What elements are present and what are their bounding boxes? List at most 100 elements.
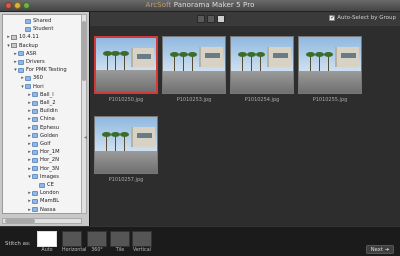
tree-item-label: Shared — [33, 18, 52, 24]
next-button[interactable]: Next ➜ — [366, 245, 394, 254]
folder-icon — [32, 108, 38, 114]
image-filename: P1010250.jpg — [108, 97, 144, 103]
title-bar: ArcSoft Panorama Maker 5 Pro — [0, 0, 400, 12]
tree-item-label: ASR — [26, 50, 37, 57]
window-title-brand: ArcSoft — [145, 1, 172, 9]
tree-item[interactable]: ▸ Golf — [27, 140, 50, 148]
tree-vertical-scroll-thumb[interactable] — [82, 21, 86, 81]
tree-item[interactable]: ▾ Backup — [6, 42, 38, 50]
tree-item[interactable]: ▸ 10.4.11 — [6, 33, 39, 41]
stitch-mode-label: Horizontal — [62, 248, 87, 253]
tree-item[interactable]: ▾ Hori — [20, 83, 43, 91]
palm-tree — [323, 51, 333, 71]
tree-item-label: Images — [40, 173, 59, 180]
stitch-mode-button[interactable]: Horizontal — [62, 231, 87, 253]
bottom-bar: Stitch as: Auto Horizontal 360° Tile Vertica… — [0, 226, 400, 256]
folder-icon — [32, 207, 38, 213]
tree-vertical-scrollbar[interactable] — [81, 14, 87, 214]
tree-item-label: MamBL — [40, 198, 60, 205]
stitch-mode-button[interactable]: Auto — [37, 231, 57, 253]
stitch-mode-label: 360° — [91, 248, 103, 253]
tree-item[interactable]: Shared — [20, 17, 51, 25]
tree-item-label: CE — [47, 182, 54, 188]
tree-item-label: Drivers — [26, 59, 45, 65]
image-filename: P1010257.jpg — [108, 177, 144, 183]
folder-tree[interactable]: Shared Student ▸ 10.4.11 ▾ Backup ▸ ASR ▸ Drivers… — [2, 14, 82, 214]
window-title-text: Panorama Maker 5 Pro — [173, 1, 255, 9]
tree-item[interactable]: ▸ Buildin — [27, 107, 58, 115]
tree-item-label: Hor_3N — [40, 165, 59, 172]
auto-select-checkbox[interactable] — [329, 14, 335, 21]
palm-tree — [246, 51, 256, 71]
tree-item[interactable]: ▸ ASR — [13, 50, 36, 58]
stitch-mode-button[interactable]: Tile — [110, 231, 130, 253]
auto-select-option[interactable]: Auto-Select by Group — [329, 14, 396, 21]
tree-item[interactable]: ▸ Golden — [27, 132, 58, 140]
tree-item[interactable]: ▸ Ephesu — [27, 124, 59, 132]
tree-item[interactable]: ▸ Nassa — [27, 206, 55, 213]
tree-item[interactable]: Student — [20, 25, 53, 33]
tree-item[interactable]: ▸ Ball_l — [27, 91, 53, 99]
palm-tree — [111, 51, 121, 71]
view-mode-toggles — [197, 15, 225, 23]
toolbar: Auto-Select by Group — [90, 12, 400, 26]
folder-icon — [32, 116, 38, 122]
tree-item[interactable]: ▸ Hor_2N — [27, 156, 59, 164]
collapse-sidebar-arrow-icon[interactable]: ◂ — [84, 134, 87, 141]
tree-horizontal-scroll-thumb[interactable] — [5, 219, 35, 223]
tree-item[interactable]: ▸ MamBL — [27, 197, 59, 205]
photo-ground — [299, 70, 361, 93]
view-medium-button[interactable] — [207, 15, 215, 23]
tree-item[interactable]: ▾ Images — [27, 173, 59, 181]
photo-building — [130, 127, 155, 148]
folder-icon — [25, 84, 31, 90]
tree-item[interactable]: ▸ Ball_2 — [27, 99, 56, 107]
palm-tree — [119, 51, 129, 71]
tree-item-label: 10.4.11 — [19, 34, 39, 41]
photo-ground — [96, 70, 156, 92]
tree-item[interactable]: CE — [34, 181, 54, 189]
tree-item[interactable]: ▸ Hor_1M — [27, 148, 60, 156]
folder-icon — [32, 190, 38, 196]
folder-icon — [25, 75, 31, 81]
tree-item-label: Ball_2 — [40, 100, 56, 106]
palm-tree — [314, 51, 324, 71]
view-small-button[interactable] — [217, 15, 225, 23]
tree-item[interactable]: ▸ 360 — [20, 74, 43, 82]
folder-icon — [32, 166, 38, 172]
tree-item[interactable]: ▸ Hor_3N — [27, 165, 59, 173]
tile-mode-icon — [110, 231, 130, 247]
image-thumbnail[interactable] — [298, 36, 362, 94]
image-thumbnail[interactable] — [162, 36, 226, 94]
image-thumbnail[interactable] — [230, 36, 294, 94]
tree-item[interactable]: ▸ London — [27, 189, 59, 197]
vertical-mode-icon — [132, 231, 152, 247]
image-filename: P1010253.jpg — [176, 97, 212, 103]
image-thumbnail[interactable] — [94, 116, 158, 174]
tree-item-label: Golf — [40, 141, 51, 147]
photo-building — [198, 47, 223, 68]
tree-item[interactable]: ▾ For PMK Testing — [13, 66, 66, 74]
folder-icon — [39, 182, 45, 188]
tree-item-label: Backup — [19, 42, 39, 49]
stitch-as-label: Stitch as: — [5, 241, 31, 247]
tree-item-label: Buildin — [40, 108, 58, 115]
palm-tree — [306, 51, 316, 71]
palm-tree — [238, 51, 248, 71]
palm-tree — [178, 51, 188, 71]
folder-icon — [32, 198, 38, 204]
tree-horizontal-scrollbar[interactable] — [2, 218, 82, 224]
tree-item[interactable]: ▸ Drivers — [13, 58, 45, 66]
palm-tree — [110, 131, 120, 151]
tree-item-label: Hor_1M — [40, 149, 60, 156]
stitch-mode-button[interactable]: 360° — [87, 231, 107, 253]
folder-icon — [32, 174, 38, 180]
folder-icon — [32, 157, 38, 163]
tree-item-label: China — [40, 116, 55, 123]
palm-tree — [102, 131, 112, 151]
stitch-mode-button[interactable]: Vertical — [132, 231, 152, 253]
sidebar: Shared Student ▸ 10.4.11 ▾ Backup ▸ ASR ▸ Drivers… — [0, 12, 90, 226]
view-large-button[interactable] — [197, 15, 205, 23]
tree-item[interactable]: ▸ China — [27, 115, 55, 123]
image-thumbnail[interactable] — [94, 36, 158, 94]
